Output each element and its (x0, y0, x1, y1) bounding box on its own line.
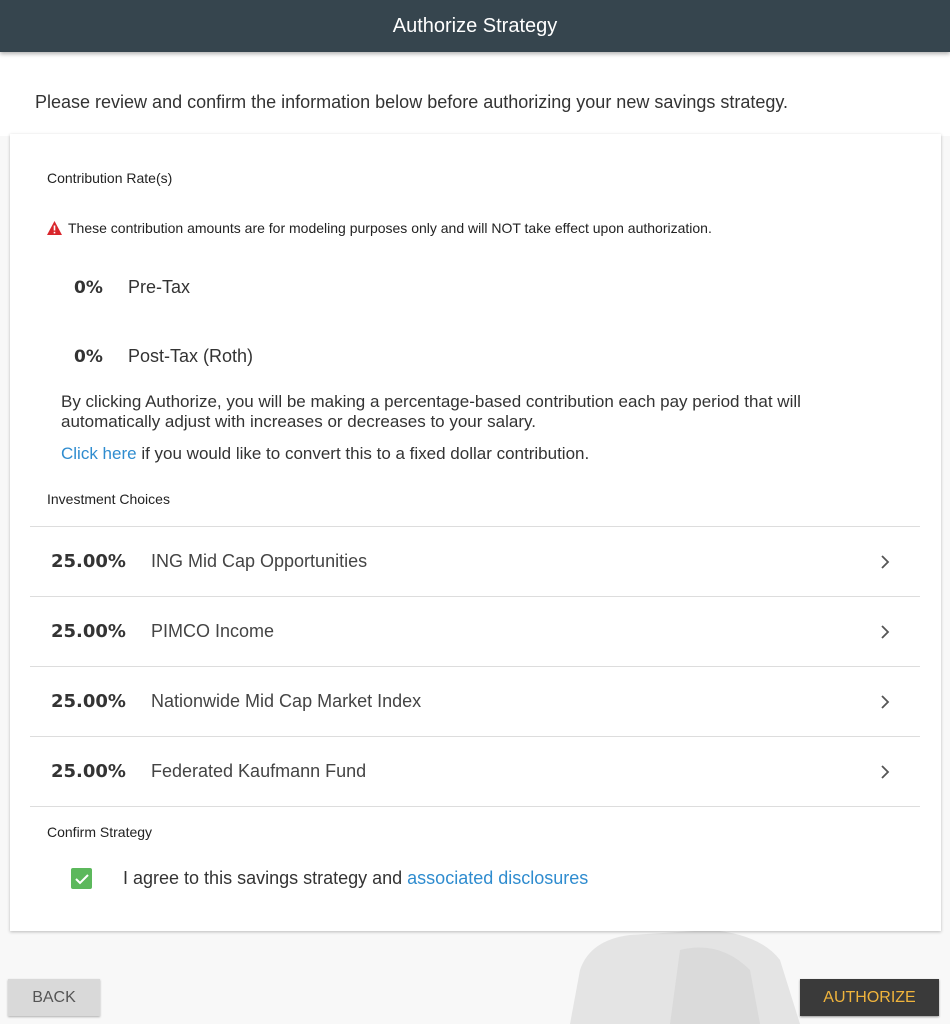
chevron-right-icon (881, 765, 890, 779)
investment-name: Nationwide Mid Cap Market Index (151, 691, 422, 711)
modeling-warning: These contribution amounts are for model… (47, 220, 712, 236)
convert-link[interactable]: Click here (61, 444, 137, 463)
warning-icon (47, 221, 62, 235)
investment-percent: 25.00% (51, 761, 126, 782)
chevron-right-icon (881, 625, 890, 639)
investment-list: 25.00% ING Mid Cap Opportunities 25.00% … (30, 526, 920, 807)
review-card: Contribution Rate(s) These contribution … (10, 134, 941, 931)
intro-text: Please review and confirm the informatio… (35, 92, 789, 112)
authorize-button[interactable]: AUTHORIZE (800, 979, 939, 1016)
investment-name: PIMCO Income (151, 621, 275, 641)
disclosures-link[interactable]: associated disclosures (407, 868, 588, 889)
investment-name: Federated Kaufmann Fund (151, 761, 367, 781)
warning-text: These contribution amounts are for model… (68, 220, 712, 236)
rate-post-tax: 0% Post-Tax (Roth) (74, 346, 253, 367)
agree-checkbox[interactable] (71, 868, 92, 889)
investment-percent: 25.00% (51, 691, 126, 712)
investment-row[interactable]: 25.00% PIMCO Income (30, 597, 920, 667)
background-figure-image (570, 930, 800, 1024)
rate-label: Pre-Tax (128, 277, 191, 297)
contribution-section-label: Contribution Rate(s) (47, 170, 173, 186)
rate-label: Post-Tax (Roth) (128, 346, 254, 366)
chevron-right-icon (881, 555, 890, 569)
checkmark-icon (74, 873, 89, 884)
back-button[interactable]: BACK (8, 979, 100, 1016)
investment-row[interactable]: 25.00% Federated Kaufmann Fund (30, 737, 920, 807)
confirm-section-label: Confirm Strategy (47, 824, 153, 840)
investment-row[interactable]: 25.00% ING Mid Cap Opportunities (30, 527, 920, 597)
agree-row: I agree to this savings strategy and ass… (71, 868, 588, 889)
rate-percent: 0% (74, 278, 103, 298)
chevron-right-icon (881, 695, 890, 709)
convert-text: if you would like to convert this to a f… (136, 444, 590, 463)
contribution-explanation: By clicking Authorize, you will be makin… (61, 392, 801, 431)
convert-line: Click here if you would like to convert … (61, 444, 589, 464)
page-title: Authorize Strategy (392, 14, 558, 37)
investment-section-label: Investment Choices (47, 491, 170, 507)
rate-pre-tax: 0% Pre-Tax (74, 277, 190, 298)
investment-percent: 25.00% (51, 621, 126, 642)
investment-name: ING Mid Cap Opportunities (151, 551, 368, 571)
page-header: Authorize Strategy (0, 0, 950, 52)
rate-percent: 0% (74, 347, 103, 367)
investment-row[interactable]: 25.00% Nationwide Mid Cap Market Index (30, 667, 920, 737)
agree-text: I agree to this savings strategy and (123, 868, 408, 888)
investment-percent: 25.00% (51, 551, 126, 572)
